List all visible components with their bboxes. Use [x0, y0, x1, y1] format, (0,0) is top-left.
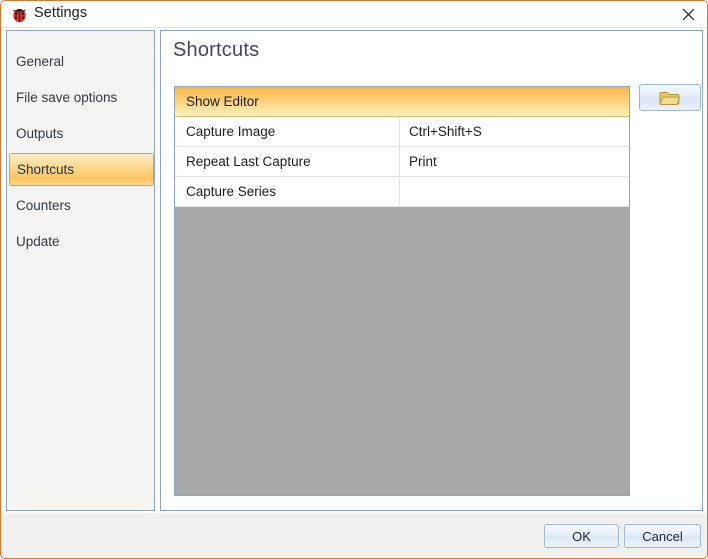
shortcut-action-cell: Capture Image: [175, 117, 400, 146]
sidebar-item-label: File save options: [16, 90, 118, 105]
shortcuts-table: Show Editor Capture Image Ctrl+Shift+S R…: [174, 86, 630, 496]
sidebar-item-label: Counters: [16, 198, 71, 213]
sidebar-item-file-save-options[interactable]: File save options: [9, 81, 154, 114]
sidebar-item-update[interactable]: Update: [9, 225, 154, 258]
sidebar-item-outputs[interactable]: Outputs: [9, 117, 154, 150]
ok-button-label: OK: [572, 528, 591, 544]
table-row[interactable]: Capture Series: [175, 177, 629, 207]
table-row[interactable]: Show Editor: [175, 87, 629, 117]
window-title: Settings: [34, 5, 88, 21]
shortcut-key-cell[interactable]: Ctrl+Shift+S: [400, 117, 629, 146]
sidebar-item-general[interactable]: General: [9, 45, 154, 78]
settings-content-panel: Shortcuts Show Editor Capture Image Ctrl…: [160, 30, 703, 511]
sidebar-item-label: Shortcuts: [17, 162, 75, 177]
shortcut-action-cell: Capture Series: [175, 177, 400, 206]
shortcut-key-cell[interactable]: Print: [400, 147, 629, 176]
open-folder-button[interactable]: [639, 84, 701, 111]
settings-dialog-window: Settings General File save options Outpu…: [0, 0, 708, 559]
shortcut-key-cell[interactable]: [400, 177, 629, 206]
table-row[interactable]: Capture Image Ctrl+Shift+S: [175, 117, 629, 147]
shortcut-key-cell: [400, 87, 629, 116]
sidebar-item-label: Update: [16, 234, 60, 249]
shortcut-action-cell: Show Editor: [186, 94, 259, 109]
settings-sidebar: General File save options Outputs Shortc…: [6, 30, 155, 511]
page-title: Shortcuts: [173, 39, 260, 61]
sidebar-item-label: General: [16, 54, 65, 69]
close-icon: [682, 8, 694, 21]
ok-button[interactable]: OK: [544, 524, 619, 548]
cancel-button-label: Cancel: [642, 528, 683, 544]
table-row[interactable]: Repeat Last Capture Print: [175, 147, 629, 177]
sidebar-item-shortcuts[interactable]: Shortcuts: [9, 153, 154, 186]
sidebar-item-counters[interactable]: Counters: [9, 189, 154, 222]
ladybug-icon: [11, 6, 28, 23]
dialog-footer: OK Cancel: [1, 512, 707, 558]
title-bar: Settings: [1, 1, 707, 28]
close-button[interactable]: [667, 1, 707, 28]
folder-icon: [659, 91, 681, 105]
shortcut-action-cell: Repeat Last Capture: [175, 147, 400, 176]
sidebar-item-label: Outputs: [16, 126, 64, 141]
cancel-button[interactable]: Cancel: [624, 524, 701, 548]
